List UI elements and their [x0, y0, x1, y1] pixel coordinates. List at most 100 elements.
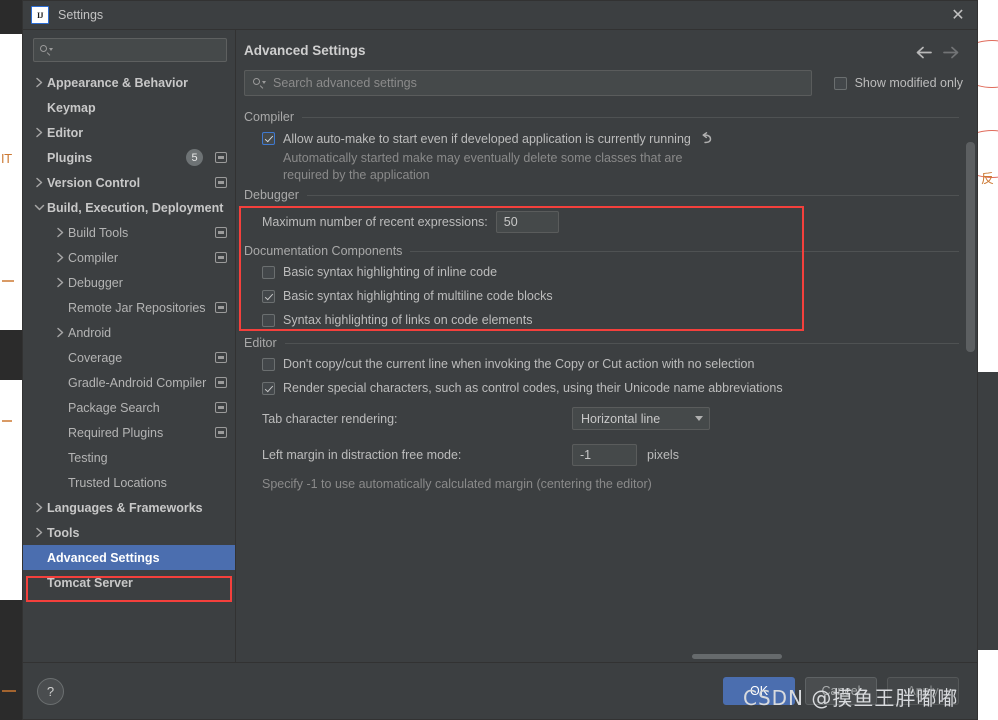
- section-title: Documentation Components: [244, 244, 403, 258]
- sidebar-item-appearance-behavior[interactable]: Appearance & Behavior: [23, 70, 235, 95]
- setting-combo-select[interactable]: Horizontal line: [572, 407, 710, 430]
- section-divider: [284, 342, 959, 344]
- ok-button[interactable]: OK: [723, 677, 795, 705]
- chevron-right-icon[interactable]: [53, 252, 68, 263]
- sidebar-item-package-search[interactable]: Package Search: [23, 395, 235, 420]
- project-scope-icon: [215, 177, 227, 188]
- sidebar-item-label: Trusted Locations: [68, 475, 167, 490]
- setting-checkbox[interactable]: [262, 132, 275, 145]
- sidebar-item-label: Tools: [47, 525, 80, 540]
- chevron-down-icon: [695, 416, 703, 421]
- vertical-scrollbar[interactable]: [966, 142, 975, 646]
- sidebar-item-tools[interactable]: Tools: [23, 520, 235, 545]
- sidebar-item-required-plugins[interactable]: Required Plugins: [23, 420, 235, 445]
- section-title: Compiler: [244, 110, 295, 124]
- chevron-right-icon[interactable]: [53, 277, 68, 288]
- setting-field-row: Maximum number of recent expressions: 50: [244, 204, 959, 240]
- setting-description: Automatically started make may eventuall…: [283, 151, 683, 182]
- sidebar-item-android[interactable]: Android: [23, 320, 235, 345]
- setting-combo-label: Tab character rendering:: [262, 411, 398, 426]
- sidebar-item-label: Android: [68, 325, 112, 340]
- setting-text-input[interactable]: 50: [495, 211, 559, 233]
- sidebar-item-label: Appearance & Behavior: [47, 75, 189, 90]
- sidebar-item-compiler[interactable]: Compiler: [23, 245, 235, 270]
- chevron-right-icon[interactable]: [32, 127, 47, 138]
- setting-checkbox[interactable]: [262, 381, 275, 395]
- sidebar-item-coverage[interactable]: Coverage: [23, 345, 235, 370]
- advanced-search-row: Search advanced settings Show modified o…: [236, 62, 977, 96]
- setting-checkbox[interactable]: [262, 265, 275, 279]
- section-header: Documentation Components: [244, 244, 959, 258]
- apply-button[interactable]: Apply: [887, 677, 959, 705]
- sidebar-item-advanced-settings[interactable]: Advanced Settings: [23, 545, 235, 570]
- chevron-right-icon[interactable]: [32, 177, 47, 188]
- dialog-footer: ? OK Cancel Apply: [23, 662, 977, 719]
- intellij-idea-icon: IJ: [31, 6, 49, 24]
- sidebar-item-label: Editor: [47, 125, 84, 140]
- sidebar-item-gradle-android-compiler[interactable]: Gradle-Android Compiler: [23, 370, 235, 395]
- setting-checkbox-row[interactable]: Render special characters, such as contr…: [244, 376, 959, 400]
- horizontal-scrollbar[interactable]: [244, 652, 969, 661]
- settings-content-pane: Advanced Settings Search advanced settin…: [236, 30, 977, 662]
- setting-field-row: Left margin in distraction free mode: -1 p…: [244, 437, 959, 473]
- help-button[interactable]: ?: [37, 677, 64, 705]
- chevron-right-icon[interactable]: [32, 527, 47, 538]
- horizontal-scrollbar-thumb[interactable]: [692, 654, 782, 659]
- chevron-right-icon[interactable]: [32, 77, 47, 88]
- sidebar-search-input[interactable]: [33, 38, 227, 62]
- setting-text-input[interactable]: -1: [572, 444, 637, 466]
- setting-checkbox-row[interactable]: Don't copy/cut the current line when inv…: [244, 352, 959, 376]
- setting-field-label: Maximum number of recent expressions:: [262, 215, 488, 229]
- sidebar-item-remote-jar-repositories[interactable]: Remote Jar Repositories: [23, 295, 235, 320]
- setting-checkbox-row[interactable]: Basic syntax highlighting of inline code: [244, 260, 959, 284]
- setting-helper-text: Specify -1 to use automatically calculat…: [262, 477, 652, 491]
- sidebar-item-keymap[interactable]: Keymap: [23, 95, 235, 120]
- sidebar-item-build-tools[interactable]: Build Tools: [23, 220, 235, 245]
- sidebar-item-build-execution-deployment[interactable]: Build, Execution, Deployment: [23, 195, 235, 220]
- setting-checkbox-row[interactable]: Syntax highlighting of links on code ele…: [244, 308, 959, 332]
- search-icon: [40, 44, 53, 56]
- arrow-right-icon: [937, 42, 963, 62]
- setting-checkbox[interactable]: [262, 357, 275, 371]
- section-divider: [306, 194, 959, 196]
- sidebar-item-debugger[interactable]: Debugger: [23, 270, 235, 295]
- show-modified-only-checkbox[interactable]: Show modified only: [833, 76, 963, 90]
- chevron-down-icon[interactable]: [32, 203, 47, 212]
- sidebar-item-label: Gradle-Android Compiler: [68, 375, 207, 390]
- sidebar-item-label: Compiler: [68, 250, 119, 265]
- vertical-scrollbar-thumb[interactable]: [966, 142, 975, 352]
- sidebar-item-tomcat-server[interactable]: Tomcat Server: [23, 570, 235, 595]
- setting-checkbox-label: Basic syntax highlighting of inline code: [283, 265, 498, 279]
- sidebar-item-editor[interactable]: Editor: [23, 120, 235, 145]
- project-scope-icon: [215, 302, 227, 313]
- close-icon[interactable]: ✕: [945, 4, 971, 26]
- section-header: Compiler: [244, 110, 959, 124]
- setting-checkbox-row[interactable]: Basic syntax highlighting of multiline c…: [244, 284, 959, 308]
- sidebar-item-label: Package Search: [68, 400, 160, 415]
- sidebar-item-label: Testing: [68, 450, 108, 465]
- settings-scroll-area: Compiler Allow auto-make to start even if…: [236, 96, 977, 652]
- setting-combo-value: Horizontal line: [581, 411, 661, 426]
- sidebar-item-label: Version Control: [47, 175, 141, 190]
- advanced-search-input[interactable]: Search advanced settings: [244, 70, 812, 96]
- chevron-right-icon[interactable]: [32, 502, 47, 513]
- arrow-left-icon[interactable]: [911, 42, 937, 62]
- cancel-button[interactable]: Cancel: [805, 677, 877, 705]
- chevron-right-icon[interactable]: [53, 327, 68, 338]
- revert-icon[interactable]: [700, 131, 715, 146]
- setting-checkbox[interactable]: [262, 289, 275, 303]
- advanced-search-placeholder: Search advanced settings: [273, 76, 417, 90]
- sidebar-item-testing[interactable]: Testing: [23, 445, 235, 470]
- sidebar-item-trusted-locations[interactable]: Trusted Locations: [23, 470, 235, 495]
- dialog-body: Appearance & Behavior Keymap Editor Plugins…: [23, 30, 977, 662]
- chevron-right-icon[interactable]: [53, 227, 68, 238]
- setting-checkbox-label: Don't copy/cut the current line when inv…: [283, 357, 755, 371]
- sidebar-item-version-control[interactable]: Version Control: [23, 170, 235, 195]
- setting-checkbox-row[interactable]: Allow auto-make to start even if develop…: [244, 126, 959, 151]
- setting-checkbox[interactable]: [262, 313, 275, 327]
- settings-tree[interactable]: Appearance & Behavior Keymap Editor Plugins…: [23, 68, 235, 662]
- sidebar-item-languages-frameworks[interactable]: Languages & Frameworks: [23, 495, 235, 520]
- project-scope-icon: [215, 227, 227, 238]
- sidebar-item-label: Build, Execution, Deployment: [47, 200, 224, 215]
- sidebar-item-plugins[interactable]: Plugins 5: [23, 145, 235, 170]
